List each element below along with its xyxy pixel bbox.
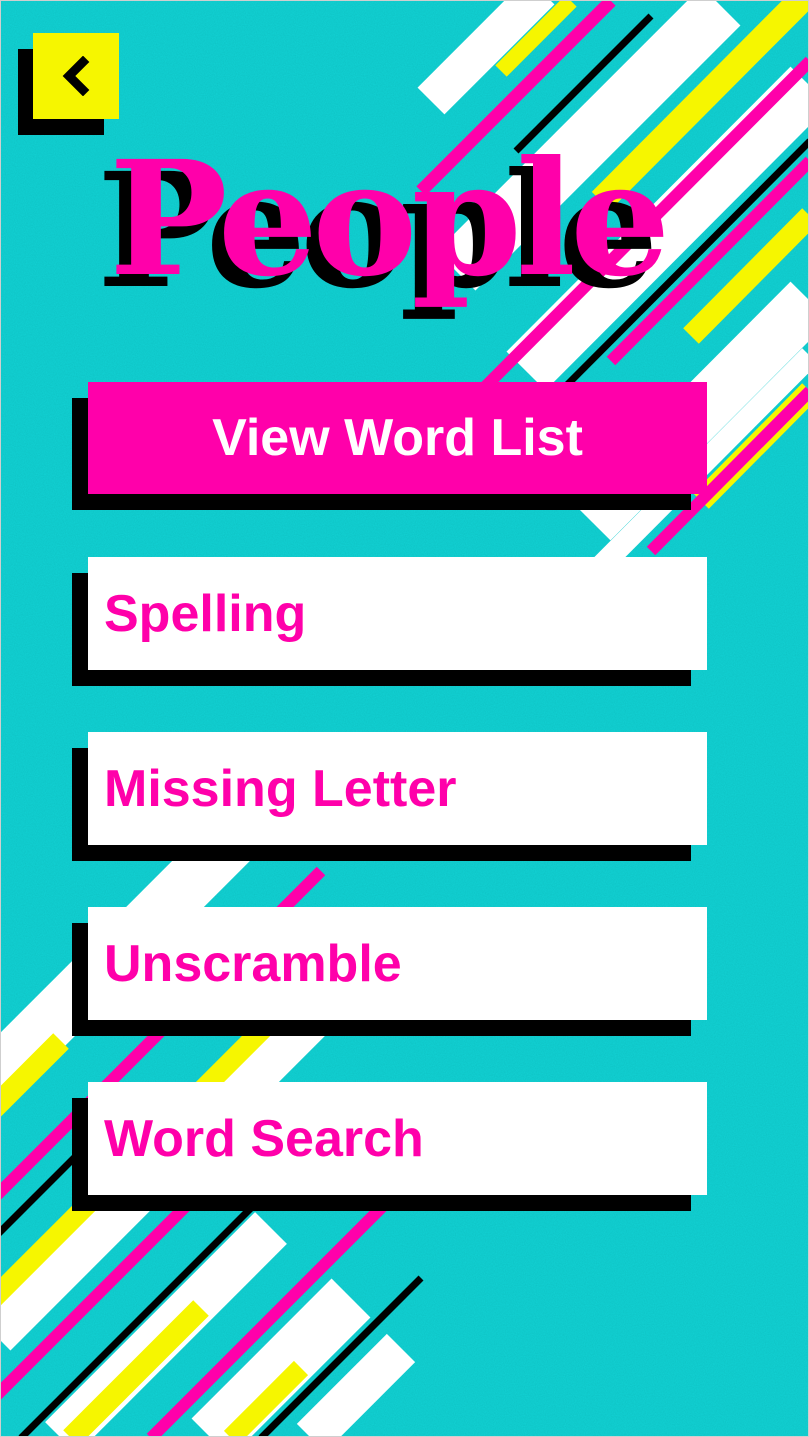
word-search-button[interactable]: Word Search	[88, 1082, 707, 1195]
game-menu-screen: People People View Word List Spelling Mi…	[0, 0, 809, 1437]
spelling-button[interactable]: Spelling	[88, 557, 707, 670]
chevron-left-icon	[62, 56, 90, 96]
unscramble-button[interactable]: Unscramble	[88, 907, 707, 1020]
missing-letter-button[interactable]: Missing Letter	[88, 732, 707, 845]
page-title: People People	[97, 141, 757, 341]
view-word-list-button[interactable]: View Word List	[88, 382, 707, 494]
page-title-text: People	[109, 127, 670, 312]
back-button[interactable]	[33, 33, 119, 119]
